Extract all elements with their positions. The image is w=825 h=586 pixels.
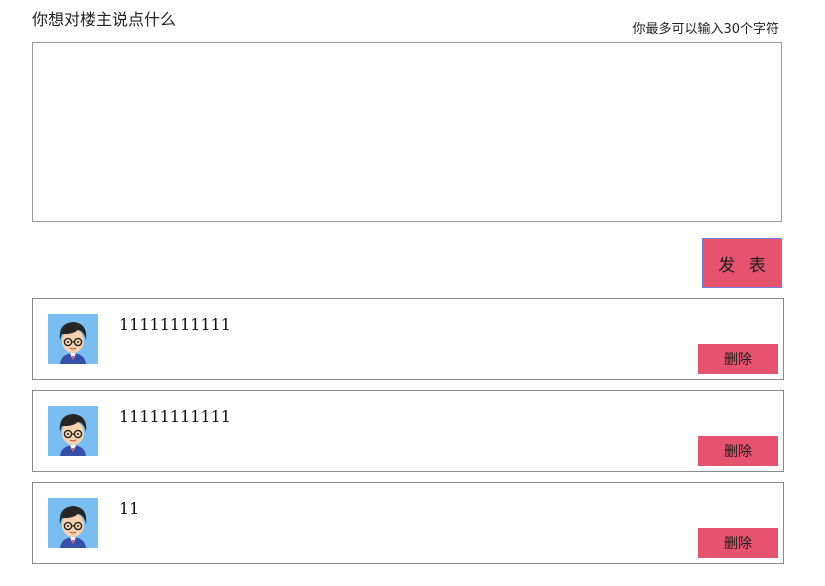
- comment-text: 11111111111: [119, 315, 231, 334]
- form-title: 你想对楼主说点什么: [32, 10, 177, 29]
- comment-text: 11111111111: [119, 407, 231, 426]
- delete-button[interactable]: 删除: [698, 528, 778, 558]
- char-limit-hint: 你最多可以输入30个字符: [632, 22, 779, 37]
- comment-page: 你想对楼主说点什么 你最多可以输入30个字符 发 表 11111111111 删…: [0, 0, 825, 586]
- comment-item: 11111111111 删除: [32, 390, 784, 472]
- post-button[interactable]: 发 表: [702, 238, 782, 288]
- comment-item: 11111111111 删除: [32, 298, 784, 380]
- comment-item: 11 删除: [32, 482, 784, 564]
- delete-button[interactable]: 删除: [698, 436, 778, 466]
- avatar-icon: [48, 314, 98, 364]
- comment-text: 11: [119, 499, 140, 518]
- delete-button[interactable]: 删除: [698, 344, 778, 374]
- comment-input[interactable]: [32, 42, 782, 222]
- avatar-icon: [48, 406, 98, 456]
- comment-list: 11111111111 删除 11111111111 删除 11 删除: [32, 298, 784, 574]
- avatar-icon: [48, 498, 98, 548]
